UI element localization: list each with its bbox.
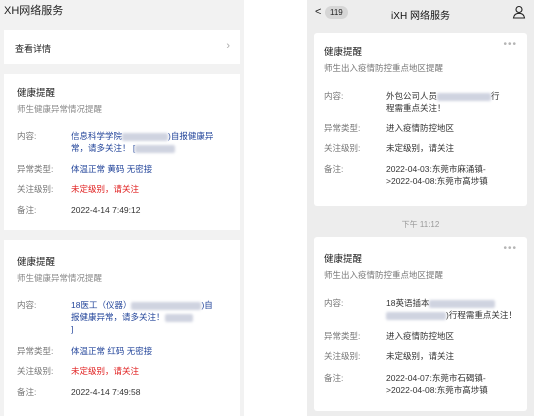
user-icon[interactable] [512,5,526,19]
redacted-blur [386,311,446,320]
level-value: 未定级别，请关注 [386,351,455,361]
note-value: 2022-04-07:东莞市石碣镇- >2022-04-08:东莞市高埗镇 [386,373,488,395]
card-subtitle: 师生健康异常情况提醒 [17,273,103,283]
type-value: 体温正常 红码 无密接 [71,346,153,356]
nav-bar: < 119 iXH 网络服务 [307,0,534,28]
redacted-blur [164,313,193,322]
redacted-blur [122,132,169,141]
view-details-row[interactable]: 查看详情 › [4,30,240,64]
health-alert-card[interactable]: 健康提醒 师生健康异常情况提醒 内容: 信息科学学院)自报健康异 常，请多关注！… [4,74,240,230]
content-label: 内容: [324,91,344,101]
redacted-blur [131,301,202,310]
note-label: 备注: [17,387,37,397]
more-icon[interactable]: ••• [503,243,517,254]
page-title: iXH 网络服务 [391,11,450,22]
note-value: 2022-04-03:东莞市麻涌镇- >2022-04-08:东莞市高埗镇 [386,164,488,186]
level-label: 关注级别: [324,351,361,361]
type-label: 异常类型: [324,123,361,133]
type-value: 进入疫情防控地区 [386,331,455,341]
type-value: 体温正常 黄码 无密接 [71,164,153,174]
content-value: 信息科学学院)自报健康异 常，请多关注！ [ [71,131,214,153]
card-subtitle: 师生健康异常情况提醒 [17,104,103,114]
content-value: 18英语插本 )行程需重点关注！ [386,298,517,320]
type-label: 异常类型: [17,164,54,174]
note-value: 2022-4-14 7:49:12 [71,205,141,215]
redacted-blur [437,92,492,101]
level-label: 关注级别: [17,184,54,194]
type-label: 异常类型: [324,331,361,341]
level-value: 未定级别，请关注 [71,184,140,194]
health-alert-card[interactable]: ••• 健康提醒 师生出入疫情防控重点地区提醒 内容: 18英语插本 )行程需重… [314,237,527,411]
card-title: 健康提醒 [17,257,56,268]
note-value: 2022-4-14 7:49:58 [71,387,141,397]
card-title: 健康提醒 [324,47,363,58]
content-label: 内容: [324,298,344,308]
level-label: 关注级别: [324,143,361,153]
content-label: 内容: [17,131,37,141]
level-label: 关注级别: [17,366,54,376]
redacted-blur [135,144,176,153]
note-label: 备注: [324,373,344,383]
type-value: 进入疫情防控地区 [386,123,455,133]
level-value: 未定级别，请关注 [386,143,455,153]
redacted-blur [429,299,496,308]
content-value: 外包公司人员行 程需重点关注！ [386,91,500,113]
view-details-label: 查看详情 [15,44,52,54]
left-panel: XH网络服务 查看详情 › 健康提醒 师生健康异常情况提醒 内容: 信息科学学院… [0,0,244,416]
type-label: 异常类型: [17,346,54,356]
time-separator: 下午 11:12 [401,220,440,229]
note-label: 备注: [17,205,37,215]
right-panel: < 119 iXH 网络服务 ••• 健康提醒 师生出入疫情防控重点地区提醒 内… [307,0,534,416]
app-title: XH网络服务 [4,5,64,17]
card-title: 健康提醒 [324,254,363,265]
note-label: 备注: [324,164,344,174]
level-value: 未定级别，请关注 [71,366,140,376]
more-icon[interactable]: ••• [503,39,517,50]
health-alert-card[interactable]: 健康提醒 师生健康异常情况提醒 内容: 18医工（仪器）)自 报健康异常，请多关… [4,240,240,416]
card-subtitle: 师生出入疫情防控重点地区提醒 [324,270,444,280]
card-title: 健康提醒 [17,88,56,99]
chevron-right-icon: › [226,40,230,52]
content-value: 18医工（仪器）)自 报健康异常，请多关注！ ] [71,300,213,334]
card-subtitle: 师生出入疫情防控重点地区提醒 [324,63,444,73]
health-alert-card[interactable]: ••• 健康提醒 师生出入疫情防控重点地区提醒 内容: 外包公司人员行 程需重点… [314,33,527,206]
content-label: 内容: [17,300,37,310]
